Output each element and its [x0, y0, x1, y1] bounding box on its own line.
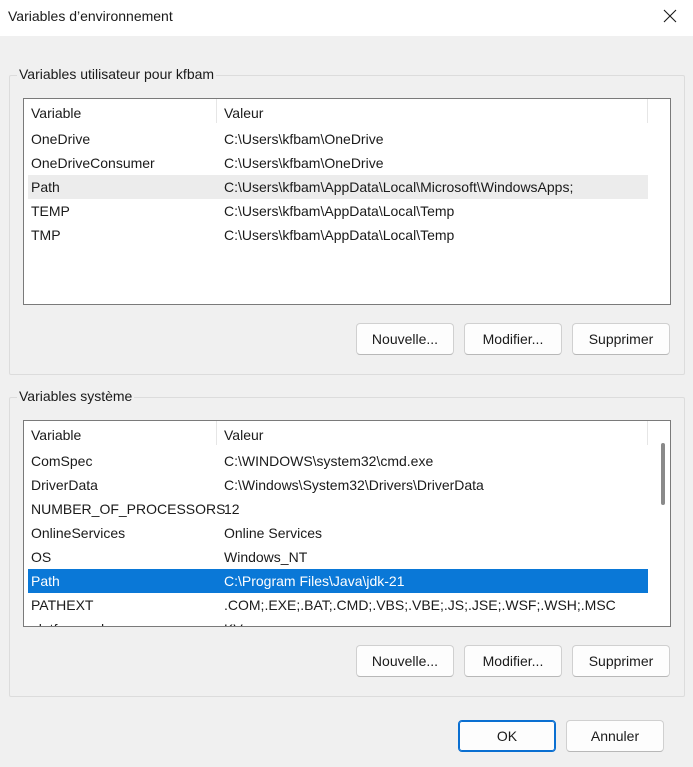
variable-name: OS — [31, 549, 52, 565]
variable-value: C:\Users\kfbam\AppData\Local\Microsoft\W… — [224, 179, 574, 195]
user-variables-group: Variables utilisateur pour kfbam Variabl… — [9, 66, 685, 375]
close-icon — [663, 9, 677, 23]
list-item[interactable]: ComSpec C:\WINDOWS\system32\cmd.exe — [28, 449, 648, 473]
user-list-header: Variable Valeur — [24, 99, 648, 123]
list-item[interactable]: OneDrive C:\Users\kfbam\OneDrive — [28, 127, 648, 151]
variable-value: C:\Users\kfbam\OneDrive — [224, 155, 384, 171]
variable-name: Path — [31, 573, 60, 589]
variable-name: Path — [31, 179, 60, 195]
variable-name: TMP — [31, 227, 61, 243]
list-item[interactable]: TMP C:\Users\kfbam\AppData\Local\Temp — [28, 223, 648, 247]
variable-name: platformcode — [31, 617, 112, 626]
variable-value: C:\Users\kfbam\AppData\Local\Temp — [224, 227, 455, 243]
system-new-button[interactable]: Nouvelle... — [356, 645, 454, 677]
user-variables-label: Variables utilisateur pour kfbam — [17, 66, 217, 82]
variable-name: PATHEXT — [31, 597, 94, 613]
variable-value: Online Services — [224, 525, 323, 541]
user-variables-list[interactable]: Variable Valeur OneDrive C:\Users\kfbam\… — [23, 98, 671, 305]
column-header-variable[interactable]: Variable — [24, 99, 217, 123]
user-edit-button[interactable]: Modifier... — [464, 323, 562, 355]
title-bar: Variables d’environnement — [0, 0, 693, 36]
list-item[interactable]: OneDriveConsumer C:\Users\kfbam\OneDrive — [28, 151, 648, 175]
variable-name: DriverData — [31, 477, 98, 493]
user-new-button[interactable]: Nouvelle... — [356, 323, 454, 355]
list-item[interactable]: PATHEXT .COM;.EXE;.BAT;.CMD;.VBS;.VBE;.J… — [28, 593, 648, 617]
variable-name: OnlineServices — [31, 525, 126, 541]
column-header-value[interactable]: Valeur — [217, 99, 648, 123]
list-item[interactable]: Path C:\Users\kfbam\AppData\Local\Micros… — [28, 175, 648, 199]
variable-value: .COM;.EXE;.BAT;.CMD;.VBS;.VBE;.JS;.JSE;.… — [224, 597, 616, 613]
vertical-scrollbar[interactable] — [656, 421, 670, 626]
variable-value: Windows_NT — [224, 549, 308, 565]
list-item[interactable]: OnlineServices Online Services — [28, 521, 648, 545]
variable-value: C:\Users\kfbam\AppData\Local\Temp — [224, 203, 455, 219]
variable-value: C:\WINDOWS\system32\cmd.exe — [224, 453, 434, 469]
variable-name: NUMBER_OF_PROCESSORS — [31, 501, 226, 517]
user-delete-button[interactable]: Supprimer — [572, 323, 670, 355]
variable-name: OneDriveConsumer — [31, 155, 155, 171]
system-variables-group: Variables système Variable Valeur ComSpe… — [9, 388, 685, 697]
list-item[interactable]: NUMBER_OF_PROCESSORS 12 — [28, 497, 648, 521]
close-button[interactable] — [647, 0, 693, 32]
variable-name: ComSpec — [31, 453, 93, 469]
list-item-selected[interactable]: Path C:\Program Files\Java\jdk-21 — [28, 569, 648, 593]
cancel-button[interactable]: Annuler — [566, 720, 664, 752]
variable-name: OneDrive — [31, 131, 91, 147]
ok-button[interactable]: OK — [458, 720, 556, 752]
variable-value: KV — [224, 617, 243, 626]
window-title: Variables d’environnement — [8, 8, 173, 24]
system-list-header: Variable Valeur — [24, 421, 648, 445]
variable-value: C:\Windows\System32\Drivers\DriverData — [224, 477, 484, 493]
system-variables-list[interactable]: Variable Valeur ComSpec C:\WINDOWS\syste… — [23, 420, 671, 627]
list-item[interactable]: DriverData C:\Windows\System32\Drivers\D… — [28, 473, 648, 497]
list-item[interactable]: platformcode KV — [28, 617, 648, 626]
system-edit-button[interactable]: Modifier... — [464, 645, 562, 677]
scrollbar-thumb[interactable] — [661, 443, 665, 505]
variable-name: TEMP — [31, 203, 70, 219]
column-header-variable[interactable]: Variable — [24, 421, 217, 445]
list-item[interactable]: OS Windows_NT — [28, 545, 648, 569]
system-variables-label: Variables système — [17, 388, 135, 404]
variable-value: C:\Program Files\Java\jdk-21 — [224, 573, 405, 589]
variable-value: 12 — [224, 501, 240, 517]
system-delete-button[interactable]: Supprimer — [572, 645, 670, 677]
list-item[interactable]: TEMP C:\Users\kfbam\AppData\Local\Temp — [28, 199, 648, 223]
variable-value: C:\Users\kfbam\OneDrive — [224, 131, 384, 147]
column-header-value[interactable]: Valeur — [217, 421, 648, 445]
